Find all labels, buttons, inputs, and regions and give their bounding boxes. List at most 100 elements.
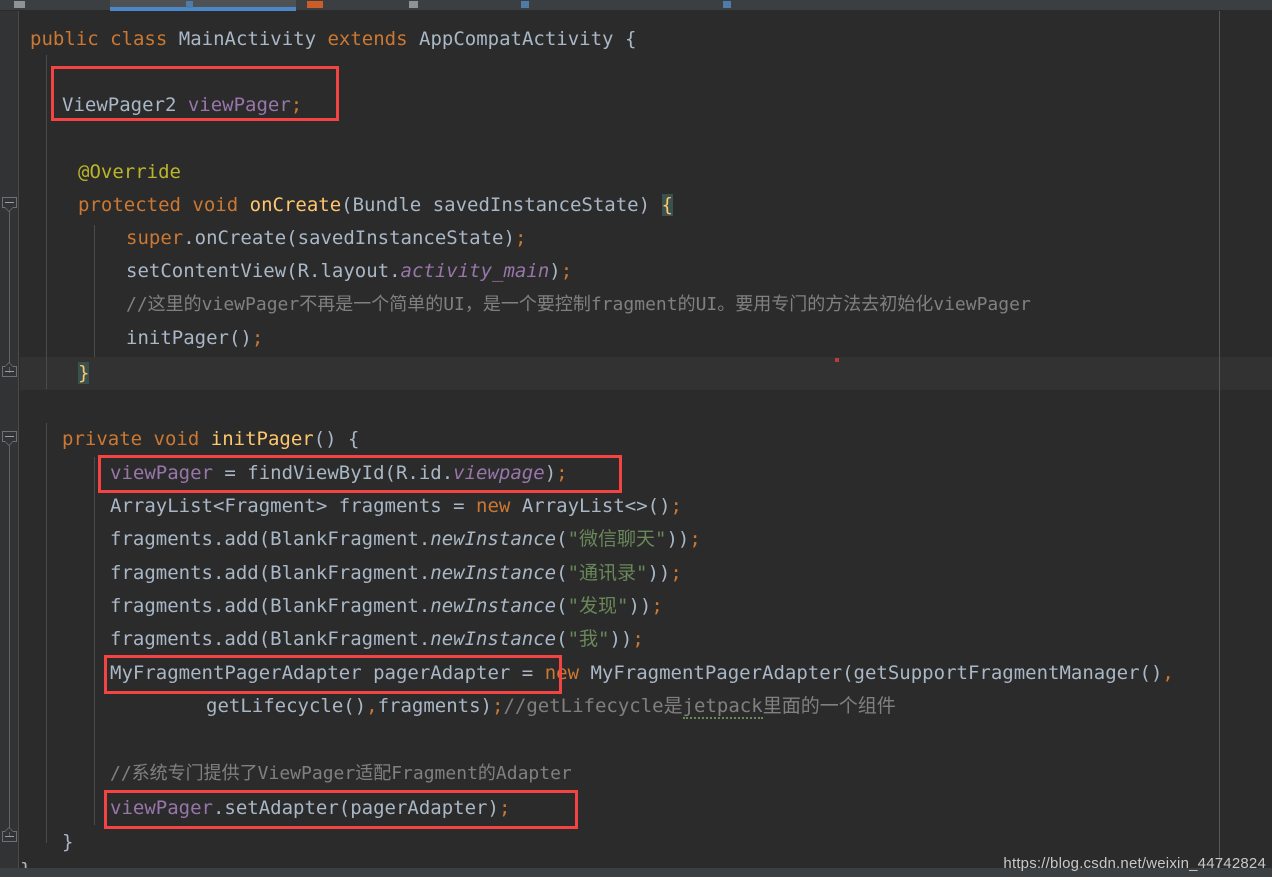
token-comma: , <box>1162 662 1174 684</box>
token-matching-brace-close: } <box>78 362 90 384</box>
token-comment-adapter-note: //系统专门提供了ViewPager适配Fragment的Adapter <box>110 763 572 784</box>
code-line-22[interactable]: getLifecycle(),fragments);//getLifecycle… <box>206 690 896 723</box>
code-line-15[interactable]: viewPager = findViewById(R.id.viewpage); <box>110 457 568 490</box>
toolbar-run-icon[interactable] <box>307 1 323 8</box>
code-line-25[interactable]: viewPager.setAdapter(pagerAdapter); <box>110 792 510 825</box>
editor-gutter[interactable] <box>0 11 19 877</box>
code-line-26[interactable]: } <box>62 826 73 859</box>
code-line-9-comment[interactable]: //这里的viewPager不再是一个简单的UI，是一个要控制fragment的… <box>126 288 1031 321</box>
token-field-viewpager: viewPager <box>110 797 213 819</box>
token-string-wechat-chat: "微信聊天" <box>567 528 667 550</box>
token-keyword-protected: protected <box>78 194 181 216</box>
fold-marker-initpager-close[interactable] <box>2 827 17 842</box>
toolbar-icon-blue-1[interactable] <box>521 1 529 8</box>
code-line-8[interactable]: setContentView(R.layout.activity_main); <box>126 255 572 288</box>
code-line-20[interactable]: fragments.add(BlankFragment.newInstance(… <box>110 623 644 656</box>
token-comment-jetpack-typo: jetpack <box>682 695 763 719</box>
fold-region-line-initpager <box>9 441 10 837</box>
token-comma: , <box>366 695 378 717</box>
indent-guide <box>94 225 95 357</box>
token-annotation-override: @Override <box>78 161 181 183</box>
token-method-oncreate: onCreate <box>249 194 342 216</box>
code-line-16[interactable]: ArrayList<Fragment> fragments = new Arra… <box>110 490 682 523</box>
token-paren-close: ) <box>638 194 651 216</box>
code-line-5[interactable]: @Override <box>78 156 181 189</box>
token-static-newinstance: newInstance <box>430 595 557 617</box>
code-editor-area[interactable]: public class MainActivity extends AppCom… <box>20 11 1272 877</box>
token-resource-viewpage: viewpage <box>453 462 545 484</box>
token-comment-getlifecycle-a: //getLifecycle是 <box>503 695 683 717</box>
token-comment-getlifecycle-b: 里面的一个组件 <box>762 695 896 717</box>
error-stripe-mark <box>835 358 839 362</box>
active-tab-background[interactable] <box>110 0 296 7</box>
token-fragments-add: fragments.add(BlankFragment. <box>110 595 431 617</box>
token-semicolon: ; <box>560 260 573 282</box>
token-close-brace-method: } <box>62 831 74 853</box>
token-arraylist-ctor: ArrayList<>() <box>510 495 671 517</box>
token-semicolon: ; <box>689 528 701 550</box>
code-line-24-comment[interactable]: //系统专门提供了ViewPager适配Fragment的Adapter <box>110 757 572 790</box>
code-line-3[interactable]: ViewPager2 viewPager; <box>62 89 302 122</box>
token-keyword-super: super <box>126 227 184 249</box>
code-line-14[interactable]: private void initPager() { <box>62 423 359 456</box>
token-call-setadapter: .setAdapter(pagerAdapter) <box>212 797 499 819</box>
token-semicolon: ; <box>514 227 527 249</box>
token-class-name: MainActivity <box>178 28 317 50</box>
code-line-1[interactable]: public class MainActivity extends AppCom… <box>30 23 636 56</box>
token-paren-close: )) <box>666 528 690 550</box>
token-paren-close: ) <box>544 462 557 484</box>
token-static-newinstance: newInstance <box>430 628 557 650</box>
token-call-oncreate: .onCreate(savedInstanceState) <box>183 227 515 249</box>
token-semicolon: ; <box>498 797 511 819</box>
indent-guide <box>46 155 47 389</box>
token-superclass-name: AppCompatActivity <box>419 28 614 50</box>
fold-marker-oncreate-close[interactable] <box>2 362 17 377</box>
token-matching-brace-open: { <box>661 194 673 216</box>
code-line-10[interactable]: initPager(); <box>126 322 263 355</box>
token-static-newinstance: newInstance <box>430 562 557 584</box>
token-open-brace: { <box>624 28 637 50</box>
token-string-discover: "发现" <box>567 595 629 617</box>
token-semicolon: ; <box>632 628 644 650</box>
code-line-6[interactable]: protected void onCreate(Bundle savedInst… <box>78 189 673 222</box>
token-semicolon: ; <box>670 562 682 584</box>
token-fragments-add: fragments.add(BlankFragment. <box>110 628 431 650</box>
code-line-17[interactable]: fragments.add(BlankFragment.newInstance(… <box>110 523 701 556</box>
token-arraylist-decl: ArrayList<Fragment> fragments = <box>110 495 477 517</box>
fold-marker-oncreate-open[interactable] <box>2 197 17 212</box>
toolbar-icon-mid[interactable] <box>409 1 418 8</box>
token-param-type-bundle: Bundle <box>352 194 422 216</box>
code-line-18[interactable]: fragments.add(BlankFragment.newInstance(… <box>110 557 682 590</box>
toolbar-icon-left[interactable] <box>14 1 25 8</box>
token-arg-fragments: fragments) <box>377 695 492 717</box>
toolbar-icon-blue-2[interactable] <box>723 1 731 8</box>
code-line-11[interactable]: } <box>78 357 90 390</box>
token-paren-close: ) <box>549 260 561 282</box>
token-field-viewpager: viewPager <box>187 94 291 116</box>
token-paren-close: )) <box>628 595 652 617</box>
fold-marker-initpager-open[interactable] <box>2 431 17 446</box>
token-keyword-public: public <box>30 28 99 50</box>
token-string-contacts: "通讯录" <box>567 562 648 584</box>
token-keyword-private: private <box>62 428 143 450</box>
right-margin-guide <box>1219 11 1220 877</box>
token-param-name: savedInstanceState <box>432 194 639 216</box>
blog-watermark: https://blog.csdn.net/weixin_44742824 <box>1003 855 1266 872</box>
token-field-viewpager: viewPager <box>110 462 213 484</box>
token-semicolon: ; <box>670 495 682 517</box>
code-line-21[interactable]: MyFragmentPagerAdapter pagerAdapter = ne… <box>110 657 1174 690</box>
token-paren-open: ( <box>556 562 568 584</box>
token-paren-open: ( <box>341 194 353 216</box>
token-paren-brace: () { <box>313 428 360 450</box>
editor-tab-bar[interactable] <box>0 0 1272 11</box>
token-keyword-new: new <box>544 662 580 684</box>
token-keyword-void: void <box>153 428 200 450</box>
token-keyword-void: void <box>192 194 239 216</box>
token-paren-open: ( <box>556 628 568 650</box>
token-semicolon: ; <box>290 94 303 116</box>
token-keyword-class: class <box>110 28 168 50</box>
code-line-7[interactable]: super.onCreate(savedInstanceState); <box>126 222 526 255</box>
token-fragments-add: fragments.add(BlankFragment. <box>110 528 431 550</box>
token-string-me: "我" <box>567 628 610 650</box>
code-line-19[interactable]: fragments.add(BlankFragment.newInstance(… <box>110 590 663 623</box>
